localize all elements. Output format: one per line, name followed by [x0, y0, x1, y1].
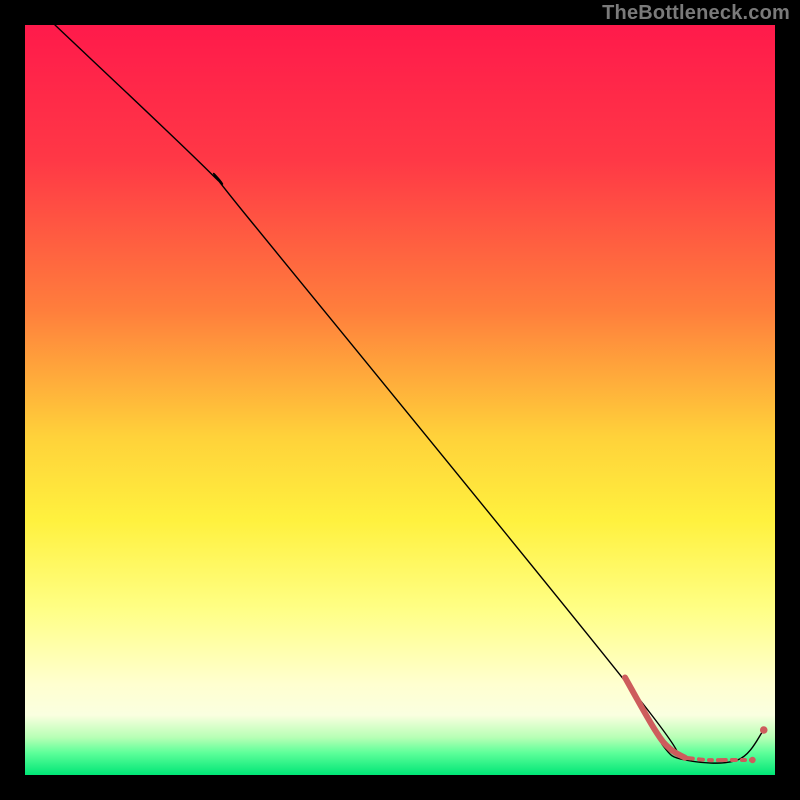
chart-plot — [25, 25, 775, 775]
marker-point — [760, 726, 768, 734]
chart-background — [25, 25, 775, 775]
marker-point — [749, 757, 755, 763]
watermark-label: TheBottleneck.com — [602, 2, 790, 25]
chart-stage: TheBottleneck.com — [0, 0, 800, 800]
chart-svg — [25, 25, 775, 775]
